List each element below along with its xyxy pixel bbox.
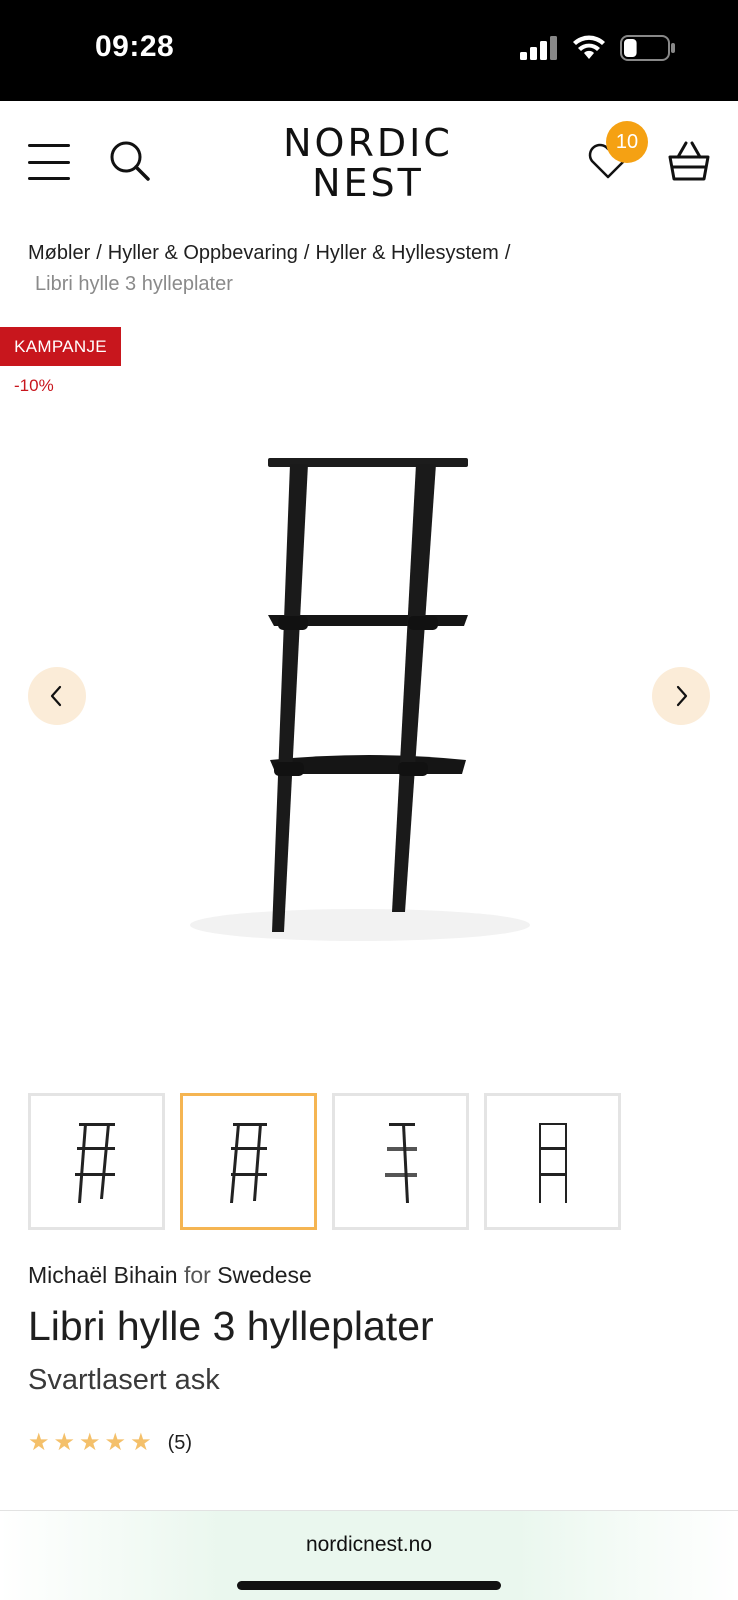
rating-count: (5) <box>167 1431 193 1454</box>
designer-name[interactable]: Michaël Bihain <box>28 1262 178 1288</box>
menu-icon <box>28 144 70 147</box>
star-icon: ★ <box>130 1429 152 1456</box>
thumbnail[interactable] <box>180 1093 317 1230</box>
gallery-prev-button[interactable] <box>28 667 86 725</box>
brand-name[interactable]: Swedese <box>217 1262 312 1288</box>
designer-for: for <box>183 1262 211 1288</box>
home-indicator <box>237 1581 501 1590</box>
star-icon: ★ <box>53 1429 76 1456</box>
url-text: nordicnest.no <box>305 1533 433 1556</box>
breadcrumb-current: Libri hylle 3 hylleplater <box>35 273 233 295</box>
logo-line-1: NORDIC <box>283 121 453 165</box>
campaign-badge: KAMPANJE <box>0 327 121 366</box>
breadcrumb-item[interactable]: Hyller & Oppbevaring <box>108 242 298 264</box>
breadcrumb-item[interactable]: Møbler <box>28 242 90 264</box>
breadcrumb-item[interactable]: Hyller & Hyllesystem <box>315 242 498 264</box>
star-icon: ★ <box>104 1429 127 1456</box>
search-icon[interactable] <box>108 139 152 183</box>
discount-label: -10% <box>14 376 54 395</box>
product-title: Libri hylle 3 hylleplater <box>28 1303 434 1349</box>
product-variant: Svartlasert ask <box>28 1364 220 1396</box>
star-icon: ★ <box>28 1429 50 1456</box>
status-bar: 09:28 <box>0 0 738 101</box>
product-rating[interactable]: ★ ★ ★ ★ ★ (5) <box>28 1431 192 1455</box>
wishlist-count-badge: 10 <box>606 121 648 163</box>
gallery-next-button[interactable] <box>652 667 710 725</box>
thumbnail[interactable] <box>332 1093 469 1230</box>
thumbnail-strip <box>28 1093 621 1230</box>
breadcrumb-separator: / <box>96 242 102 264</box>
wifi-icon <box>573 35 605 59</box>
product-designer: Michaël Bihain for Swedese <box>28 1262 312 1289</box>
site-logo[interactable]: NORDIC NEST <box>268 123 468 203</box>
status-icons <box>520 34 676 62</box>
star-icon: ★ <box>79 1429 101 1456</box>
chevron-right-icon <box>676 685 688 707</box>
breadcrumb-separator: / <box>303 242 310 264</box>
product-image[interactable] <box>150 420 590 960</box>
basket-icon[interactable] <box>664 137 714 187</box>
logo-line-2: NEST <box>312 161 424 205</box>
thumbnail[interactable] <box>28 1093 165 1230</box>
status-time: 09:28 <box>95 30 175 63</box>
signal-icon <box>520 36 557 60</box>
battery-icon <box>620 35 675 61</box>
menu-button[interactable] <box>28 144 70 180</box>
breadcrumb-separator: / <box>504 242 511 264</box>
breadcrumb: Møbler / Hyller & Oppbevaring / Hyller & Hyl… <box>28 238 718 300</box>
thumbnail[interactable] <box>484 1093 621 1230</box>
browser-url-bar[interactable]: nordicnest.no <box>0 1510 738 1600</box>
chevron-left-icon <box>50 685 62 707</box>
